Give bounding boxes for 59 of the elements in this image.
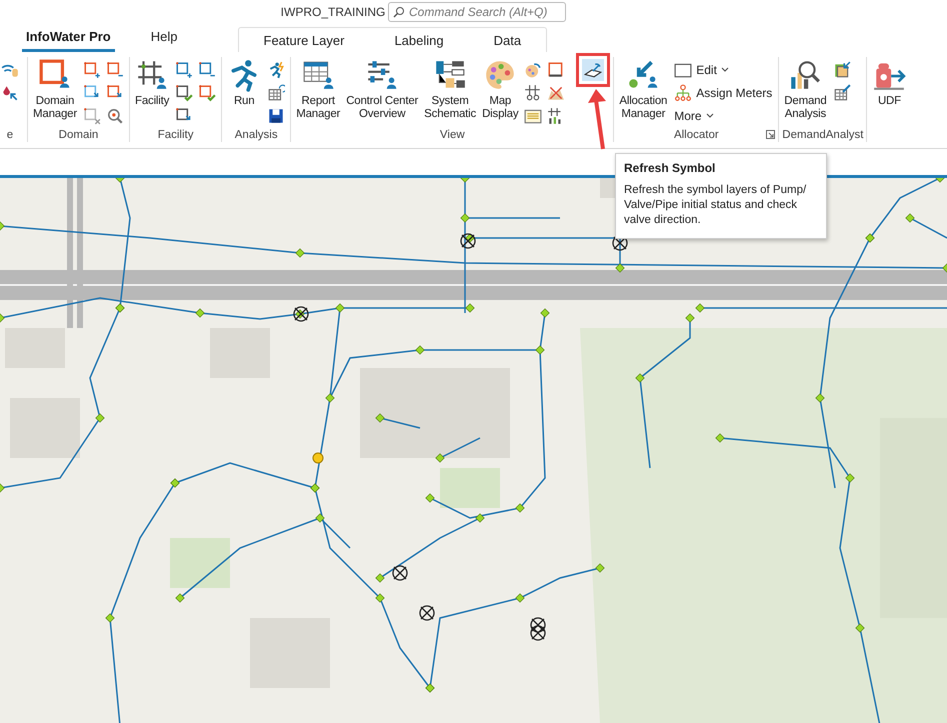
window-title: IWPRO_TRAINING bbox=[280, 5, 386, 19]
tool-button[interactable] bbox=[582, 59, 604, 81]
ribbon-button[interactable]: UDF bbox=[870, 57, 908, 127]
group-label: View bbox=[440, 128, 465, 140]
ribbon-tab[interactable]: Labeling bbox=[369, 32, 469, 48]
tooltip-title: Refresh Symbol bbox=[624, 161, 716, 175]
caret-icon bbox=[720, 67, 729, 73]
ribbon-button[interactable]: Facility bbox=[133, 57, 172, 127]
palette-arrow-icon bbox=[524, 61, 542, 79]
caret-icon bbox=[706, 113, 714, 119]
command-search-field[interactable]: Command Search (Alt+Q) bbox=[388, 2, 566, 22]
tree-icon bbox=[674, 84, 692, 102]
group-label: Domain bbox=[58, 128, 98, 140]
group-label: Facility bbox=[158, 128, 194, 140]
frame-icon bbox=[547, 61, 566, 79]
frame-minus-icon bbox=[198, 61, 216, 79]
group-label: Analysis bbox=[234, 128, 278, 140]
note-icon bbox=[524, 107, 542, 125]
drop-arrow-icon bbox=[1, 84, 19, 102]
magnifier-icon bbox=[106, 107, 124, 125]
ribbon-button[interactable]: More bbox=[671, 105, 776, 127]
table-pencil-icon bbox=[832, 84, 851, 102]
callout-arrow bbox=[587, 88, 609, 150]
grid-link-icon bbox=[524, 84, 542, 102]
ribbon-button[interactable]: Map Display bbox=[480, 57, 520, 127]
grid-person-icon bbox=[135, 58, 170, 92]
ribbon-button[interactable]: Edit bbox=[671, 59, 776, 81]
ribbon-button[interactable]: Assign Meters bbox=[671, 82, 776, 104]
map-crossed-icon bbox=[547, 84, 566, 102]
ribbon-tab[interactable]: Data bbox=[468, 32, 546, 48]
ribbon-button[interactable]: Domain Manager bbox=[31, 57, 79, 127]
group-label: DemandAnalyst bbox=[782, 128, 864, 140]
tool-button[interactable] bbox=[173, 82, 196, 104]
ribbon-button[interactable]: System Schematic bbox=[422, 57, 478, 127]
dialog-launcher-icon[interactable] bbox=[766, 130, 776, 139]
group-label: e bbox=[6, 128, 14, 140]
runner-bolt-icon bbox=[267, 61, 286, 79]
group-label: Allocator bbox=[674, 128, 719, 140]
ribbon-tab[interactable]: Help bbox=[132, 25, 196, 52]
ribbon-button[interactable]: Allocation Manager bbox=[617, 57, 670, 127]
table-refresh-icon bbox=[267, 84, 286, 102]
ribbon-tab[interactable]: InfoWater Pro bbox=[22, 25, 115, 52]
ribbon-button[interactable]: Control Center Overview bbox=[344, 57, 420, 127]
frame-minus-icon bbox=[106, 61, 124, 79]
sliders-person-icon bbox=[365, 58, 400, 92]
chart-magnifier-icon bbox=[788, 58, 822, 92]
search-icon bbox=[393, 6, 405, 18]
frame-icon bbox=[674, 61, 692, 79]
layer-refresh-icon bbox=[584, 61, 602, 79]
ribbon-button[interactable]: Demand Analysis bbox=[782, 57, 829, 127]
grid-check-icon bbox=[175, 84, 194, 102]
frame-plus-icon bbox=[83, 61, 101, 79]
ribbon-button[interactable]: Run bbox=[225, 57, 264, 127]
frame-delete-icon bbox=[83, 107, 101, 125]
ribbon-tab[interactable]: Feature Layer bbox=[238, 32, 370, 48]
frame-plus-icon bbox=[175, 61, 194, 79]
ribbon-button[interactable]: Report Manager bbox=[294, 57, 342, 127]
frame-check-icon bbox=[198, 84, 216, 102]
tooltip-text: Refresh the symbol layers of Pump/ Valve/Pipe initial status and check valve direction. bbox=[624, 183, 808, 228]
